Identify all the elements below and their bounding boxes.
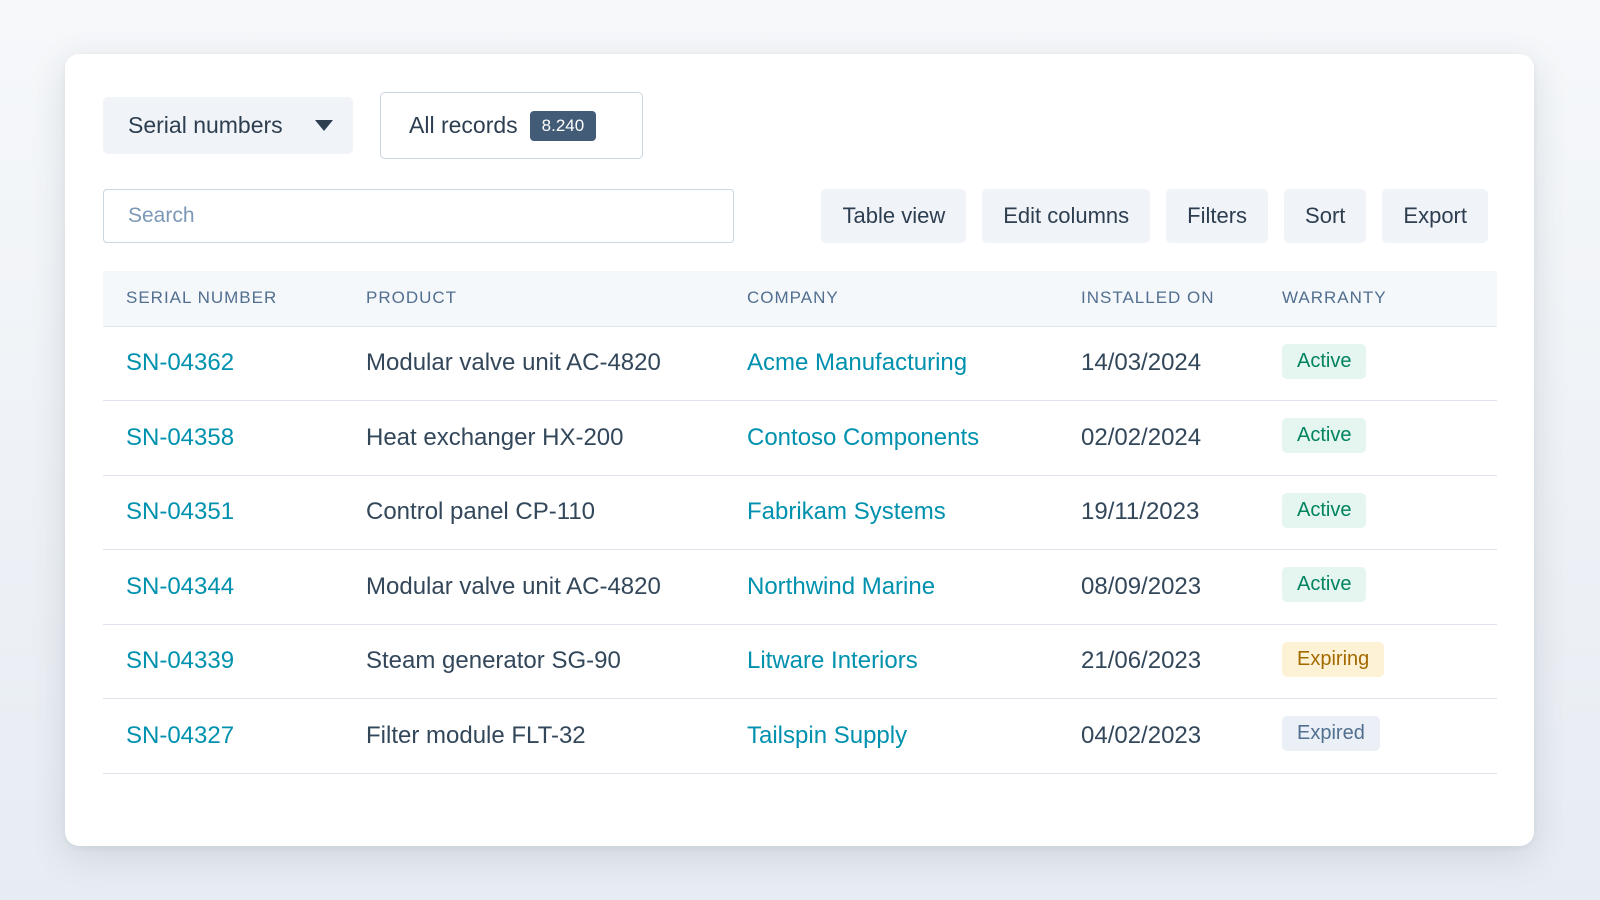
caret-down-icon bbox=[315, 120, 333, 131]
serial-cell: SN-04362 bbox=[103, 326, 343, 401]
company-cell: Fabrikam Systems bbox=[724, 475, 1058, 550]
serial-number-link[interactable]: SN-04339 bbox=[126, 647, 234, 674]
view-tab-label: All records bbox=[409, 112, 518, 138]
view-tab-all-records[interactable]: All records 8.240 bbox=[380, 92, 643, 159]
company-cell: Contoso Components bbox=[724, 400, 1058, 476]
warranty-cell: Expired bbox=[1259, 698, 1497, 774]
serial-number-link[interactable]: SN-04327 bbox=[126, 722, 234, 749]
company-cell: Litware Interiors bbox=[724, 624, 1058, 699]
record-count-badge: 8.240 bbox=[529, 110, 597, 141]
object-type-label: Serial numbers bbox=[128, 112, 283, 138]
warranty-cell: Expiring bbox=[1259, 624, 1497, 699]
company-link[interactable]: Tailspin Supply bbox=[747, 722, 907, 749]
header-row: Serial numbers All records 8.240 bbox=[103, 92, 643, 159]
product-cell: Control panel CP-110 bbox=[343, 475, 724, 550]
column-header-installed-on[interactable]: INSTALLED ON bbox=[1058, 271, 1259, 327]
company-cell: Acme Manufacturing bbox=[724, 326, 1058, 401]
serial-number-link[interactable]: SN-04351 bbox=[126, 498, 234, 525]
serial-number-link[interactable]: SN-04344 bbox=[126, 573, 234, 600]
product-cell: Filter module FLT-32 bbox=[343, 698, 724, 774]
column-header-warranty[interactable]: WARRANTY bbox=[1259, 271, 1497, 327]
records-table: SERIAL NUMBER PRODUCT COMPANY INSTALLED … bbox=[103, 271, 1497, 774]
company-link[interactable]: Northwind Marine bbox=[747, 573, 935, 600]
export-button[interactable]: Export bbox=[1382, 189, 1488, 243]
company-link[interactable]: Contoso Components bbox=[747, 424, 979, 451]
serial-cell: SN-04344 bbox=[103, 549, 343, 625]
serial-number-link[interactable]: SN-04358 bbox=[126, 424, 234, 451]
product-cell: Modular valve unit AC-4820 bbox=[343, 549, 724, 625]
table-row: SN-04351 Control panel CP-110 Fabrikam S… bbox=[103, 475, 1497, 550]
table-row: SN-04358 Heat exchanger HX-200 Contoso C… bbox=[103, 400, 1497, 476]
warranty-status-badge: Active bbox=[1282, 418, 1367, 454]
installed-date-cell: 21/06/2023 bbox=[1058, 624, 1259, 699]
serial-cell: SN-04339 bbox=[103, 624, 343, 699]
serial-cell: SN-04327 bbox=[103, 698, 343, 774]
company-link[interactable]: Litware Interiors bbox=[747, 647, 918, 674]
warranty-status-badge: Expiring bbox=[1282, 641, 1385, 677]
warranty-cell: Active bbox=[1259, 326, 1497, 401]
product-cell: Steam generator SG-90 bbox=[343, 624, 724, 699]
column-header-product[interactable]: PRODUCT bbox=[343, 271, 724, 327]
company-cell: Tailspin Supply bbox=[724, 698, 1058, 774]
serial-cell: SN-04351 bbox=[103, 475, 343, 550]
installed-date-cell: 02/02/2024 bbox=[1058, 400, 1259, 476]
serial-cell: SN-04358 bbox=[103, 400, 343, 476]
installed-date-cell: 19/11/2023 bbox=[1058, 475, 1259, 550]
product-cell: Heat exchanger HX-200 bbox=[343, 400, 724, 476]
warranty-status-badge: Expired bbox=[1282, 716, 1380, 752]
toolbar: Table view Edit columns Filters Sort Exp… bbox=[821, 189, 1488, 243]
installed-date-cell: 08/09/2023 bbox=[1058, 549, 1259, 625]
installed-date-cell: 04/02/2023 bbox=[1058, 698, 1259, 774]
table-row: SN-04344 Modular valve unit AC-4820 Nort… bbox=[103, 549, 1497, 625]
edit-columns-button[interactable]: Edit columns bbox=[982, 189, 1151, 243]
warranty-cell: Active bbox=[1259, 549, 1497, 625]
table-header-row: SERIAL NUMBER PRODUCT COMPANY INSTALLED … bbox=[103, 271, 1497, 327]
company-cell: Northwind Marine bbox=[724, 549, 1058, 625]
table-view-button[interactable]: Table view bbox=[821, 189, 967, 243]
table-row: SN-04327 Filter module FLT-32 Tailspin S… bbox=[103, 698, 1497, 774]
table-row: SN-04339 Steam generator SG-90 Litware I… bbox=[103, 624, 1497, 699]
warranty-cell: Active bbox=[1259, 400, 1497, 476]
warranty-status-badge: Active bbox=[1282, 567, 1367, 603]
serial-number-link[interactable]: SN-04362 bbox=[126, 349, 234, 376]
warranty-cell: Active bbox=[1259, 475, 1497, 550]
company-link[interactable]: Fabrikam Systems bbox=[747, 498, 946, 525]
table-row: SN-04362 Modular valve unit AC-4820 Acme… bbox=[103, 326, 1497, 401]
warranty-status-badge: Active bbox=[1282, 343, 1367, 379]
column-header-serial-number[interactable]: SERIAL NUMBER bbox=[103, 271, 343, 327]
installed-date-cell: 14/03/2024 bbox=[1058, 326, 1259, 401]
warranty-status-badge: Active bbox=[1282, 492, 1367, 528]
sort-button[interactable]: Sort bbox=[1284, 189, 1367, 243]
object-type-dropdown[interactable]: Serial numbers bbox=[103, 97, 353, 154]
product-cell: Modular valve unit AC-4820 bbox=[343, 326, 724, 401]
search-input[interactable] bbox=[103, 189, 734, 243]
filters-button[interactable]: Filters bbox=[1166, 189, 1269, 243]
column-header-company[interactable]: COMPANY bbox=[724, 271, 1058, 327]
company-link[interactable]: Acme Manufacturing bbox=[747, 349, 967, 376]
records-card: Serial numbers All records 8.240 Table v… bbox=[65, 54, 1534, 846]
